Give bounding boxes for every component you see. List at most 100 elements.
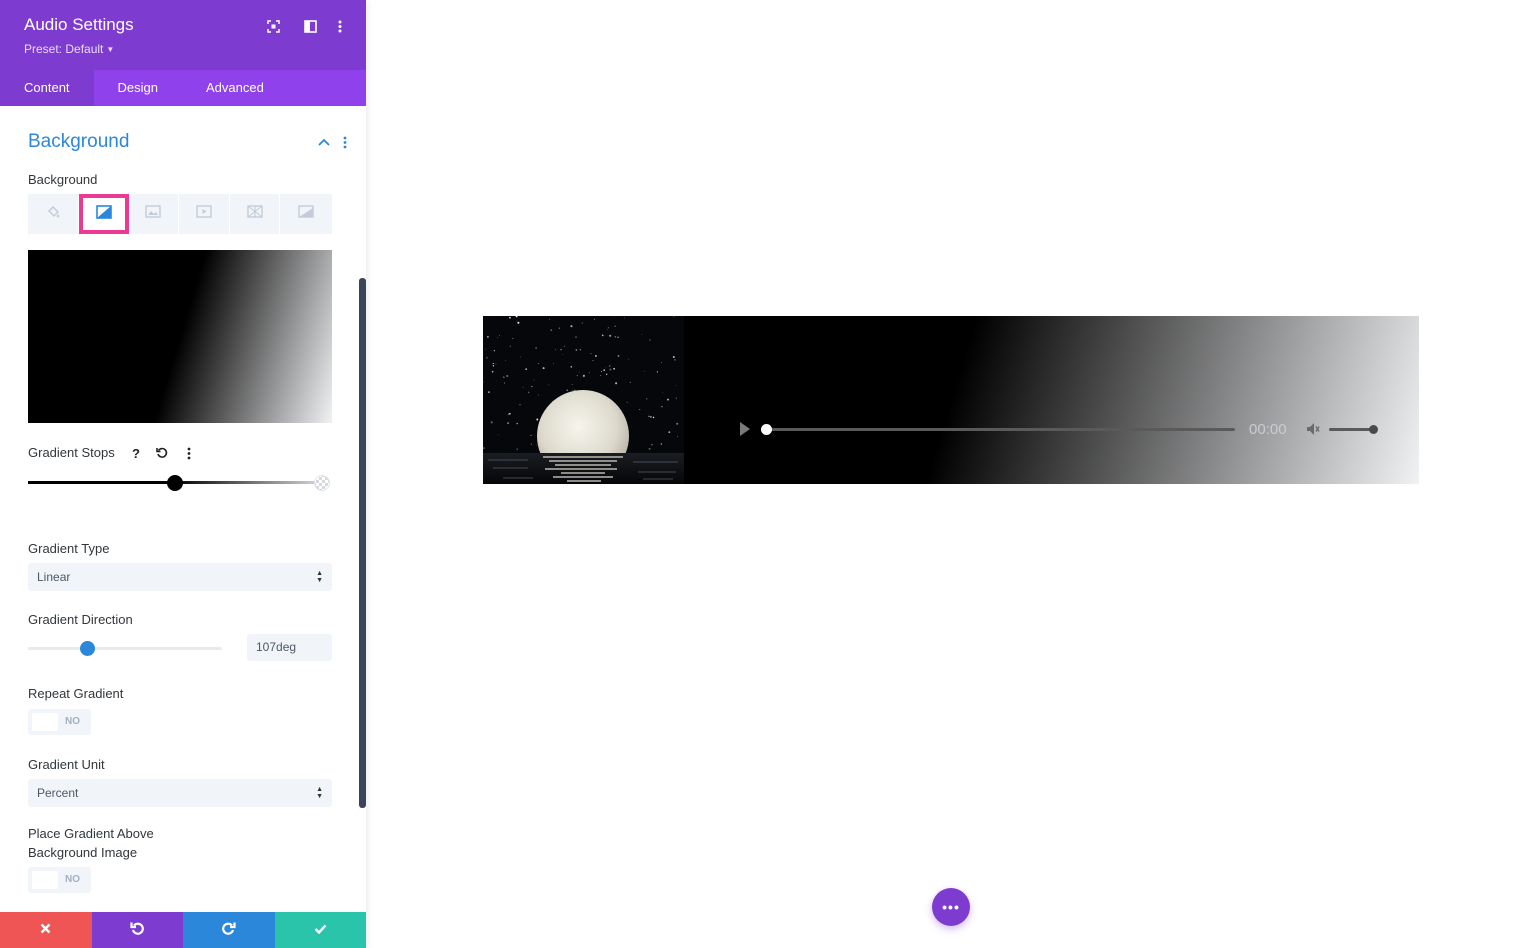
expand-icon[interactable]: [265, 18, 281, 34]
star-decoration: [552, 400, 553, 402]
mask-icon: [297, 205, 314, 223]
repeat-gradient-toggle[interactable]: NO: [28, 709, 91, 735]
progress-handle[interactable]: [761, 424, 772, 435]
star-decoration: [571, 389, 573, 391]
star-decoration: [542, 367, 545, 370]
page-settings-button[interactable]: •••: [932, 888, 970, 926]
star-decoration: [533, 379, 535, 381]
star-decoration: [492, 365, 495, 367]
star-decoration: [535, 347, 537, 349]
star-decoration: [628, 358, 630, 360]
panel-scrollbar[interactable]: [359, 278, 366, 808]
bg-tab-color[interactable]: [28, 194, 79, 234]
star-decoration: [502, 376, 505, 379]
star-decoration: [590, 353, 592, 355]
star-decoration: [667, 398, 669, 401]
star-decoration: [516, 448, 518, 450]
star-decoration: [650, 416, 652, 418]
volume-icon[interactable]: [1305, 421, 1321, 437]
bg-tab-gradient[interactable]: [78, 194, 129, 234]
gradient-unit-select[interactable]: Percent ▲ ▼: [28, 779, 332, 807]
volume-handle[interactable]: [1369, 425, 1378, 434]
tab-content[interactable]: Content: [0, 70, 94, 106]
settings-tabs: Content Design Advanced: [0, 70, 366, 106]
star-decoration: [588, 372, 590, 374]
star-decoration: [617, 336, 619, 339]
gradient-stop-handle[interactable]: [167, 475, 183, 491]
save-button[interactable]: [274, 912, 366, 948]
star-decoration: [537, 363, 540, 365]
reset-icon[interactable]: [153, 444, 171, 462]
tab-advanced[interactable]: Advanced: [182, 70, 288, 106]
panel-header: Audio Settings Preset: Default ▼: [0, 0, 366, 70]
star-decoration: [571, 384, 573, 385]
star-decoration: [548, 384, 550, 386]
star-decoration: [606, 373, 608, 375]
bg-tab-video[interactable]: [179, 194, 230, 234]
star-decoration: [517, 321, 520, 324]
star-decoration: [600, 375, 602, 376]
above-image-toggle[interactable]: NO: [28, 867, 91, 893]
panel-footer: [0, 912, 366, 948]
star-decoration: [662, 392, 664, 394]
star-decoration: [576, 374, 578, 377]
star-decoration: [495, 363, 497, 365]
album-cover-image: [483, 316, 684, 484]
star-decoration: [483, 447, 485, 449]
star-decoration: [614, 325, 616, 327]
chevron-up-icon[interactable]: [317, 134, 331, 150]
star-decoration: [609, 368, 612, 371]
star-decoration: [675, 385, 677, 386]
gradient-direction-track[interactable]: [28, 647, 222, 650]
star-decoration: [675, 397, 677, 399]
audio-player-controls: 00:00: [733, 416, 1383, 444]
star-decoration: [536, 444, 537, 446]
cancel-button[interactable]: [0, 912, 92, 948]
toggle-knob: [32, 713, 58, 731]
image-icon: [145, 205, 162, 223]
star-decoration: [505, 359, 507, 361]
star-decoration: [498, 334, 500, 336]
toggle-state: NO: [65, 874, 80, 885]
tab-design[interactable]: Design: [94, 70, 182, 106]
gradient-preview: [28, 250, 332, 423]
stops-more-icon[interactable]: [180, 444, 198, 462]
bg-tab-image[interactable]: [129, 194, 180, 234]
star-decoration: [492, 362, 494, 365]
progress-bar[interactable]: [765, 428, 1235, 431]
gradient-direction-label: Gradient Direction: [28, 612, 133, 627]
gradient-type-select[interactable]: Linear ▲ ▼: [28, 563, 332, 591]
star-decoration: [554, 349, 556, 351]
gradient-stop-handle[interactable]: [314, 475, 330, 491]
bg-tab-pattern[interactable]: [230, 194, 281, 234]
bg-tab-mask[interactable]: [280, 194, 331, 234]
star-decoration: [645, 398, 648, 400]
audio-module[interactable]: 00:00: [483, 316, 1419, 484]
gradient-direction-input[interactable]: 107deg: [247, 634, 332, 661]
star-decoration: [592, 360, 594, 362]
check-icon: [314, 921, 327, 939]
undo-button[interactable]: [91, 912, 183, 948]
help-icon[interactable]: ?: [127, 444, 145, 462]
split-view-icon[interactable]: [302, 18, 318, 34]
more-vertical-icon[interactable]: [332, 18, 348, 34]
star-decoration: [503, 382, 506, 384]
star-decoration: [656, 371, 659, 373]
star-decoration: [643, 371, 645, 372]
star-decoration: [672, 355, 675, 359]
section-more-icon[interactable]: [338, 134, 352, 150]
star-decoration: [549, 319, 550, 321]
star-decoration: [512, 338, 514, 340]
section-title[interactable]: Background: [28, 131, 129, 153]
preset-selector[interactable]: Preset: Default ▼: [24, 42, 114, 56]
star-decoration: [509, 316, 511, 319]
star-decoration: [516, 320, 518, 322]
star-decoration: [530, 434, 532, 437]
toggle-knob: [32, 871, 58, 889]
play-icon[interactable]: [739, 421, 751, 437]
redo-button[interactable]: [183, 912, 275, 948]
star-decoration: [519, 404, 521, 406]
star-decoration: [575, 348, 578, 351]
star-decoration: [488, 391, 490, 393]
gradient-direction-handle[interactable]: [80, 641, 95, 656]
